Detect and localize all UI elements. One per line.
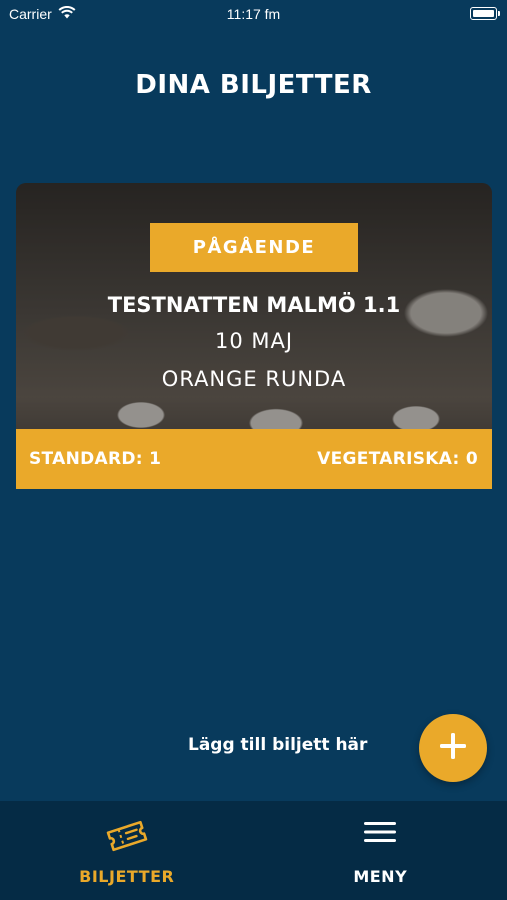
- status-bar: Carrier 11:17 fm: [0, 0, 507, 28]
- hamburger-menu-icon: [363, 817, 397, 851]
- ticket-event-name: TESTNATTEN MALMÖ 1.1: [107, 293, 401, 317]
- tab-bar: BILJETTER MENY: [0, 801, 507, 900]
- ticket-card[interactable]: PÅGÅENDE TESTNATTEN MALMÖ 1.1 10 MAJ ORA…: [16, 183, 492, 489]
- tab-meny-label: MENY: [353, 867, 408, 886]
- ticket-status-badge: PÅGÅENDE: [150, 223, 358, 272]
- battery-icon: [470, 7, 500, 20]
- plus-icon: [438, 731, 468, 765]
- ticket-footer: STANDARD: 1 VEGETARISKA: 0: [16, 429, 492, 489]
- tab-biljetter-label: BILJETTER: [79, 867, 175, 886]
- add-ticket-label: Lägg till biljett här: [188, 735, 368, 755]
- ticket-date: 10 MAJ: [214, 329, 294, 353]
- status-time: 11:17 fm: [226, 6, 281, 22]
- page-title: DINA BILJETTER: [135, 70, 372, 100]
- tab-biljetter[interactable]: BILJETTER: [0, 801, 254, 900]
- vegetarian-count: VEGETARISKA: 0: [317, 449, 478, 469]
- ticket-icon: [106, 817, 148, 859]
- ticket-route: ORANGE RUNDA: [161, 367, 347, 391]
- tab-meny[interactable]: MENY: [254, 801, 507, 900]
- add-ticket-button[interactable]: [419, 714, 487, 782]
- standard-count: STANDARD: 1: [29, 449, 162, 469]
